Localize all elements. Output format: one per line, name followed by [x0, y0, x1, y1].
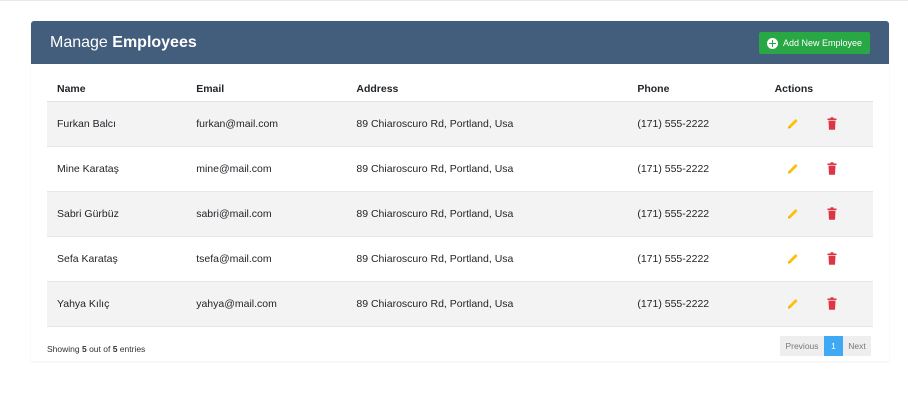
trash-icon[interactable]: [826, 297, 838, 311]
table-row: Furkan Balcı furkan@mail.com 89 Chiaroscur…: [47, 101, 873, 147]
add-employee-label: Add New Employee: [783, 38, 863, 48]
entries-summary-middle: out of: [86, 344, 113, 354]
next-page-button[interactable]: Next: [843, 336, 871, 356]
pencil-icon[interactable]: [787, 162, 799, 176]
table-row: Yahya Kılıç yahya@mail.com 89 Chiaroscuro …: [47, 281, 873, 327]
cell-name: Mine Karataş: [47, 146, 187, 192]
cell-phone: (171) 555-2222: [627, 191, 775, 237]
cell-name: Sabri Gürbüz: [47, 191, 187, 237]
page-title-prefix: Manage: [50, 34, 113, 51]
cell-actions: [774, 146, 873, 192]
table-row: Sabri Gürbüz sabri@mail.com 89 Chiaroscuro…: [47, 191, 873, 237]
cell-phone: (171) 555-2222: [627, 101, 775, 147]
pencil-icon[interactable]: [787, 207, 799, 221]
cell-address: 89 Chiaroscuro Rd, Portland, Usa: [346, 101, 628, 147]
pencil-icon[interactable]: [787, 117, 799, 131]
pagination: Previous 1 Next: [780, 336, 871, 356]
trash-icon[interactable]: [826, 117, 838, 131]
cell-email: furkan@mail.com: [186, 101, 347, 147]
cell-actions: [774, 281, 873, 327]
employees-panel: Manage Employees Add New Employee Name E…: [31, 21, 889, 361]
entries-summary-suffix: entries: [117, 344, 146, 354]
column-header-actions: Actions: [774, 76, 873, 102]
column-header-email: Email: [186, 76, 347, 102]
cell-actions: [774, 236, 873, 282]
panel-header: Manage Employees Add New Employee: [31, 21, 889, 64]
column-header-name: Name: [47, 76, 187, 102]
employees-table: Name Email Address Phone Actions Furkan …: [47, 76, 873, 327]
cell-email: sabri@mail.com: [186, 191, 347, 237]
cell-address: 89 Chiaroscuro Rd, Portland, Usa: [346, 281, 628, 327]
cell-address: 89 Chiaroscuro Rd, Portland, Usa: [346, 146, 628, 192]
cell-name: Furkan Balcı: [47, 101, 187, 147]
table-header-row: Name Email Address Phone Actions: [47, 76, 873, 102]
plus-circle-icon: [767, 37, 778, 49]
trash-icon[interactable]: [826, 252, 838, 266]
cell-phone: (171) 555-2222: [627, 236, 775, 282]
cell-actions: [774, 101, 873, 147]
page-number-button[interactable]: 1: [824, 336, 843, 356]
pencil-icon[interactable]: [787, 297, 799, 311]
cell-phone: (171) 555-2222: [627, 146, 775, 192]
trash-icon[interactable]: [826, 162, 838, 176]
cell-name: Sefa Karataş: [47, 236, 187, 282]
cell-address: 89 Chiaroscuro Rd, Portland, Usa: [346, 191, 628, 237]
table-row: Mine Karataş mine@mail.com 89 Chiaroscuro …: [47, 146, 873, 192]
entries-summary-prefix: Showing: [47, 344, 82, 354]
column-header-address: Address: [346, 76, 628, 102]
trash-icon[interactable]: [826, 207, 838, 221]
add-employee-button[interactable]: Add New Employee: [759, 32, 870, 54]
page-title-bold: Employees: [112, 34, 197, 51]
cell-name: Yahya Kılıç: [47, 281, 187, 327]
table-row: Sefa Karataş tsefa@mail.com 89 Chiaroscuro…: [47, 236, 873, 282]
column-header-phone: Phone: [627, 76, 775, 102]
cell-address: 89 Chiaroscuro Rd, Portland, Usa: [346, 236, 628, 282]
cell-email: tsefa@mail.com: [186, 236, 347, 282]
cell-phone: (171) 555-2222: [627, 281, 775, 327]
cell-email: yahya@mail.com: [186, 281, 347, 327]
previous-page-button[interactable]: Previous: [780, 336, 824, 356]
cell-email: mine@mail.com: [186, 146, 347, 192]
pencil-icon[interactable]: [787, 252, 799, 266]
page-title: Manage Employees: [50, 34, 197, 52]
entries-summary: Showing 5 out of 5 entries: [47, 344, 145, 354]
top-divider: [0, 0, 908, 1]
cell-actions: [774, 191, 873, 237]
